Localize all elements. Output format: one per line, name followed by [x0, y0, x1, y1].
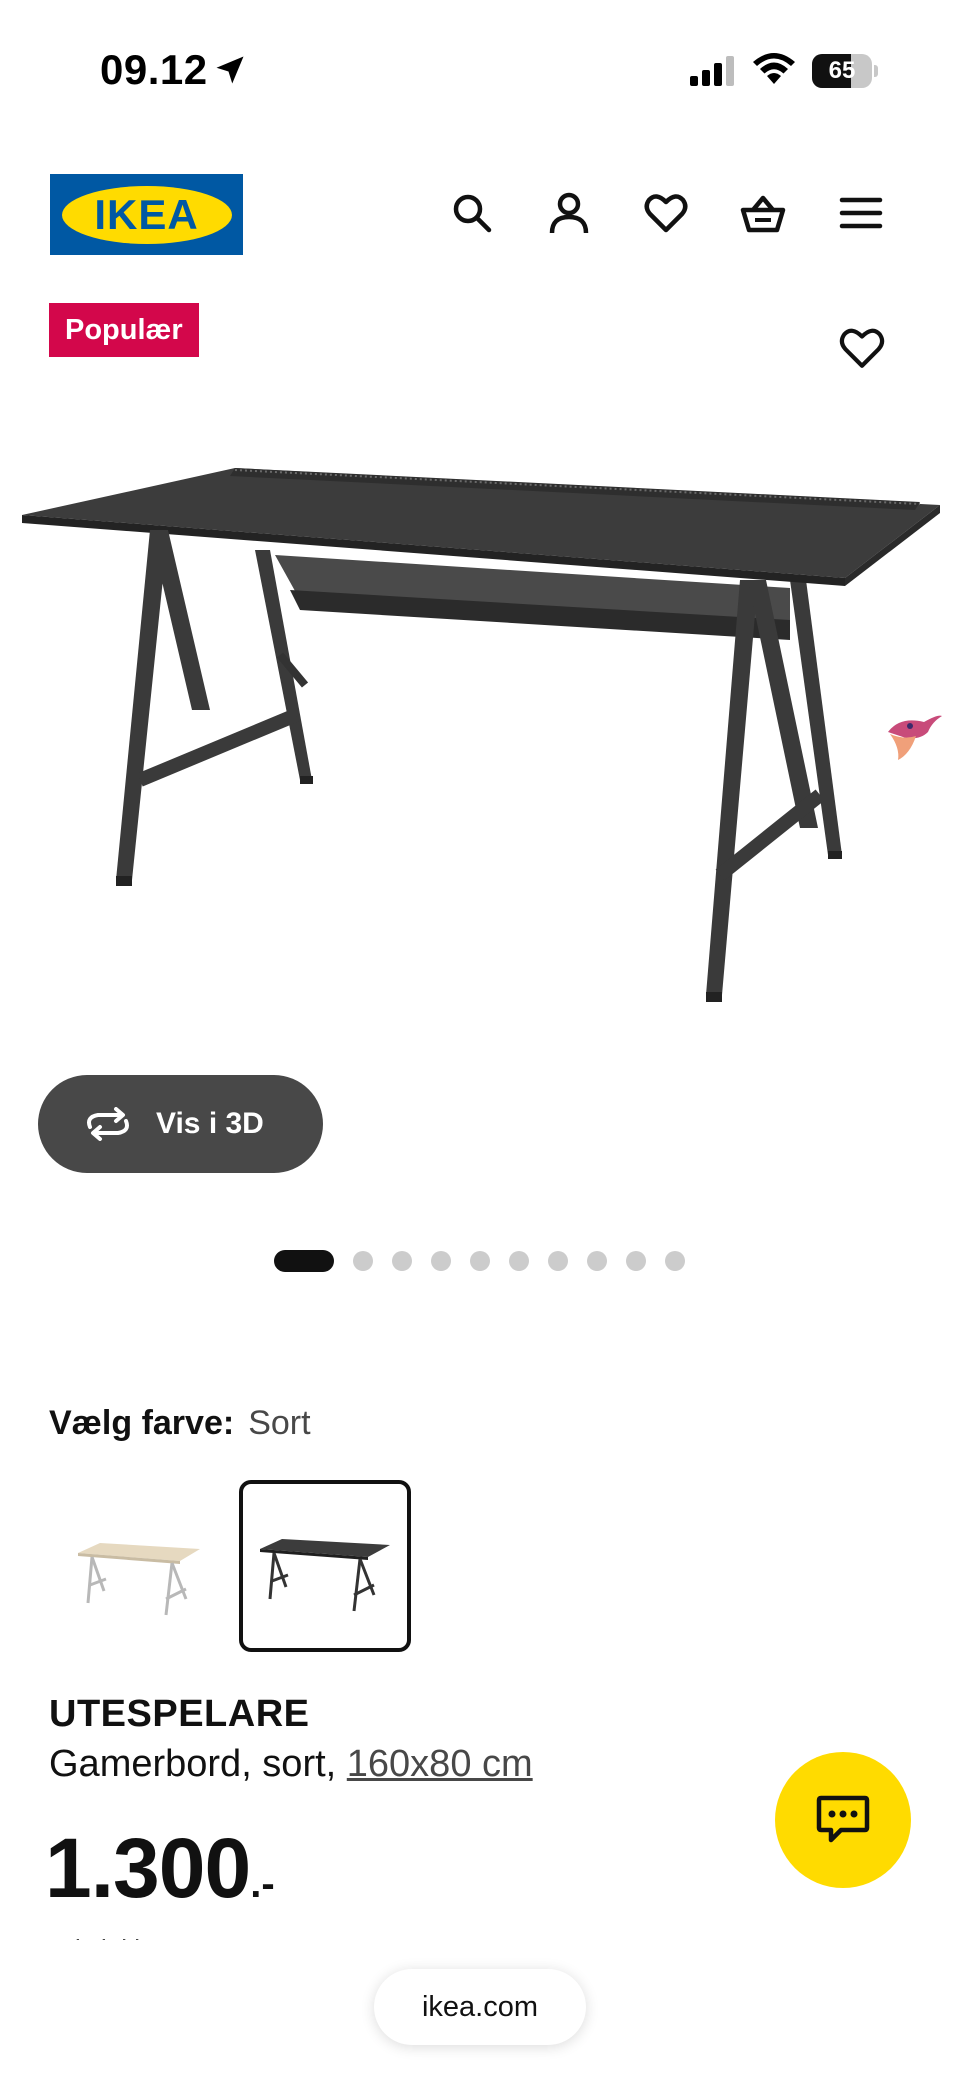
popular-badge: Populær [49, 303, 199, 357]
logo-text: IKEA [94, 190, 199, 238]
cellular-signal-icon [690, 56, 734, 86]
location-arrow-icon [216, 56, 244, 84]
basket-icon[interactable] [740, 190, 786, 236]
rotate-3d-icon [87, 1107, 129, 1141]
view-in-3d-label: Vis i 3D [156, 1107, 264, 1140]
carousel-dot[interactable] [353, 1251, 373, 1271]
carousel-dot[interactable] [470, 1251, 490, 1271]
product-type: Gamerbord, sort, [49, 1743, 337, 1785]
view-in-3d-button[interactable]: Vis i 3D [38, 1075, 323, 1173]
color-swatch-black[interactable] [239, 1480, 411, 1652]
status-time: 09.12 [100, 46, 208, 93]
carousel-dot[interactable] [626, 1251, 646, 1271]
selected-color: Sort [248, 1404, 311, 1442]
carousel-dot[interactable] [274, 1250, 334, 1272]
color-swatch-white[interactable] [49, 1480, 221, 1652]
product-image[interactable] [0, 440, 960, 1020]
chat-button[interactable] [775, 1752, 911, 1888]
menu-icon[interactable] [838, 190, 884, 236]
carousel-dot[interactable] [509, 1251, 529, 1271]
search-icon[interactable] [449, 190, 495, 236]
status-bar: 09.12 65 [0, 0, 960, 140]
carousel-dot[interactable] [665, 1251, 685, 1271]
color-selector: Vælg farve: Sort [49, 1404, 311, 1443]
chat-icon [816, 1795, 870, 1843]
wifi-icon [753, 53, 795, 84]
add-to-favorites-icon[interactable] [838, 324, 886, 372]
carousel-dot[interactable] [587, 1251, 607, 1271]
product-description: Gamerbord, sort, 160x80 cm [49, 1743, 533, 1786]
white-desk-thumbnail [78, 1543, 200, 1616]
product-size-link[interactable]: 160x80 cm [347, 1743, 533, 1785]
battery-indicator: 65 [812, 54, 878, 88]
carousel-dot[interactable] [392, 1251, 412, 1271]
product-name: UTESPELARE [49, 1693, 310, 1735]
ai-assistant-bird-icon[interactable] [880, 710, 942, 766]
battery-percent: 65 [828, 57, 856, 84]
address-bar-url: ikea.com [421, 1990, 539, 2023]
ikea-logo[interactable]: IKEA [50, 174, 243, 255]
product-price: 1.300.- [45, 1820, 275, 1917]
carousel-dot[interactable] [431, 1251, 451, 1271]
price-amount: 1.300 [45, 1821, 251, 1915]
favorites-icon[interactable] [643, 190, 689, 236]
address-bar[interactable]: ikea.com [374, 1969, 586, 2045]
price-suffix: .- [250, 1862, 275, 1906]
color-label: Vælg farve: [49, 1404, 235, 1442]
black-desk-thumbnail [260, 1539, 390, 1612]
image-carousel-indicator [274, 1250, 704, 1272]
carousel-dot[interactable] [548, 1251, 568, 1271]
account-icon[interactable] [546, 190, 592, 236]
